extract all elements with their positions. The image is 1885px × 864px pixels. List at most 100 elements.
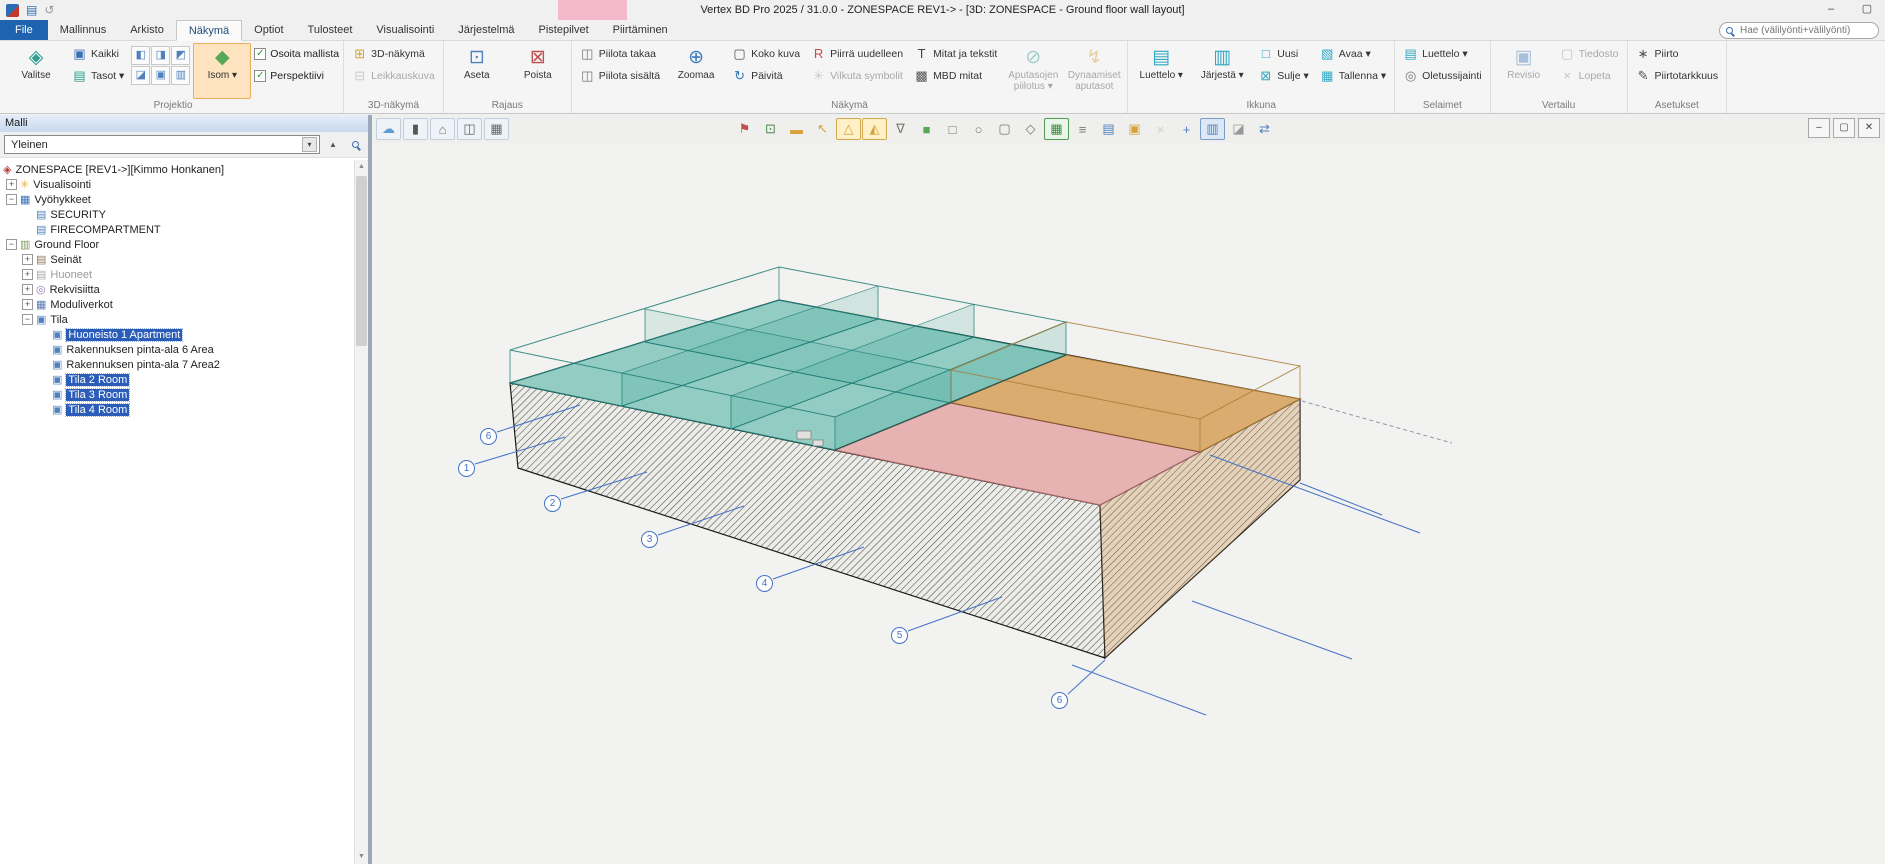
3d-nakyma-button[interactable]: ⊞3D-näkymä xyxy=(348,43,439,64)
snap-endpoint-icon[interactable]: △ xyxy=(836,118,861,140)
leikkauskuva-button[interactable]: ⊟Leikkauskuva xyxy=(348,65,439,86)
tab-piirt-minen[interactable]: Piirtäminen xyxy=(601,20,680,40)
tab-visualisointi[interactable]: Visualisointi xyxy=(364,20,446,40)
pin-icon[interactable]: ⚑ xyxy=(732,118,757,140)
aseta-button[interactable]: ⊡Aseta xyxy=(448,43,506,99)
building-icon[interactable]: ⌂ xyxy=(430,118,455,140)
sulje-button[interactable]: ⊠Sulje ▾ xyxy=(1254,65,1313,86)
tab-mallinnus[interactable]: Mallinnus xyxy=(48,20,118,40)
tab-n-kym[interactable]: Näkymä xyxy=(176,20,242,41)
cloud-icon[interactable]: ☁ xyxy=(376,118,401,140)
tree-expander-icon[interactable]: + xyxy=(22,299,33,310)
tab-optiot[interactable]: Optiot xyxy=(242,20,295,40)
piilota-sisalta-button[interactable]: ◫Piilota sisältä xyxy=(576,65,664,86)
poista-button[interactable]: ⊠Poista xyxy=(509,43,567,99)
piilota-takaa-button[interactable]: ◫Piilota takaa xyxy=(576,43,664,64)
transform-icon[interactable]: ⇄ xyxy=(1252,118,1277,140)
list-icon[interactable]: ≡ xyxy=(1070,118,1095,140)
scroll-down-icon[interactable]: ▼ xyxy=(355,850,368,864)
tree-search-button[interactable] xyxy=(346,136,364,154)
koko-kuva-button[interactable]: ▢Koko kuva xyxy=(728,43,804,64)
proj-view-3-button[interactable]: ◩ xyxy=(171,46,190,65)
print-icon[interactable]: ▣ xyxy=(1122,118,1147,140)
global-search[interactable] xyxy=(1719,22,1879,39)
tree-ground-floor[interactable]: −▥Ground Floor xyxy=(0,237,354,252)
oletussijainti-button[interactable]: ◎Oletussijainti xyxy=(1399,65,1486,86)
tree-expander-icon[interactable]: − xyxy=(6,194,17,205)
zoomaa-button[interactable]: ⊕Zoomaa xyxy=(667,43,725,99)
piirra-uudelleen-button[interactable]: RPiirrä uudelleen xyxy=(807,43,907,64)
revisio-button[interactable]: ▣Revisio xyxy=(1495,43,1553,99)
tree-tila-3-room[interactable]: ▣Tila 3 Room xyxy=(0,387,354,402)
tree-visualisointi[interactable]: +✳Visualisointi xyxy=(0,177,354,192)
snap-midpoint-icon[interactable]: ◭ xyxy=(862,118,887,140)
tree-tila[interactable]: −▣Tila xyxy=(0,312,354,327)
tree-tila-2-room[interactable]: ▣Tila 2 Room xyxy=(0,372,354,387)
mbd-mitat-button[interactable]: ▩MBD mitat xyxy=(910,65,1001,86)
tab-pistepilvet[interactable]: Pistepilvet xyxy=(527,20,601,40)
child-minimize-button[interactable]: – xyxy=(1808,118,1830,138)
proj-view-4-button[interactable]: ◪ xyxy=(131,66,150,85)
proj-view-6-button[interactable]: ▥ xyxy=(171,66,190,85)
tab-tulosteet[interactable]: Tulosteet xyxy=(296,20,365,40)
tree-filter-select[interactable]: Yleinen ▾ xyxy=(4,135,320,154)
piirto-button[interactable]: ∗Piirto xyxy=(1632,43,1723,64)
select-region-icon[interactable]: ⊡ xyxy=(758,118,783,140)
tree-root[interactable]: ◈ZONESPACE [REV1->][Kimmo Honkanen] xyxy=(0,162,354,177)
snap-free-icon[interactable]: ↖ xyxy=(810,118,835,140)
tree-seinat[interactable]: +▤Seinät xyxy=(0,252,354,267)
tab-file[interactable]: File xyxy=(0,20,48,40)
mitat-ja-tekstit-button[interactable]: TMitat ja tekstit xyxy=(910,43,1001,64)
sidebar-scrollbar[interactable]: ▲ ▼ xyxy=(354,160,368,864)
child-close-button[interactable]: ✕ xyxy=(1858,118,1880,138)
tallenna-button[interactable]: ▦Tallenna ▾ xyxy=(1316,65,1390,86)
prism-icon[interactable]: ◇ xyxy=(1018,118,1043,140)
selaimet-luettelo-button[interactable]: ▤Luettelo ▾ xyxy=(1399,43,1486,64)
piirtotarkkuus-button[interactable]: ✎Piirtotarkkuus xyxy=(1632,65,1723,86)
cylinder-icon[interactable]: ○ xyxy=(966,118,991,140)
valitse-button[interactable]: ◈Valitse xyxy=(7,43,65,99)
scene-3d[interactable]: 6123456 xyxy=(372,143,1885,864)
sheets-icon[interactable]: ▤ xyxy=(1096,118,1121,140)
tree-rakennuksen-pinta-ala-6[interactable]: ▣Rakennuksen pinta-ala 6 Area xyxy=(0,342,354,357)
tree-expander-icon[interactable]: + xyxy=(22,284,33,295)
tree-tila-4-room[interactable]: ▣Tila 4 Room xyxy=(0,402,354,417)
lock-icon[interactable]: ▮ xyxy=(403,118,428,140)
wireframe-icon[interactable]: □ xyxy=(940,118,965,140)
search-input[interactable] xyxy=(1738,24,1874,37)
tree-moduliverkot[interactable]: +▦Moduliverkot xyxy=(0,297,354,312)
tab-arkisto[interactable]: Arkisto xyxy=(118,20,176,40)
perspektiivi-checkbox[interactable]: ✓Perspektiivi xyxy=(254,65,339,86)
tree-expander-icon[interactable]: + xyxy=(22,269,33,280)
child-restore-button[interactable]: ▢ xyxy=(1833,118,1855,138)
lopeta-button[interactable]: ×Lopeta xyxy=(1556,65,1623,86)
move-icon[interactable]: ◪ xyxy=(1226,118,1251,140)
vilkuta-symbolit-button[interactable]: ✳Vilkuta symbolit xyxy=(807,65,907,86)
tree-vyohykkeet[interactable]: −▦Vyöhykkeet xyxy=(0,192,354,207)
columns-icon[interactable]: ▥ xyxy=(1200,118,1225,140)
tree-expander-icon[interactable]: − xyxy=(6,239,17,250)
proj-view-5-button[interactable]: ▣ xyxy=(151,66,170,85)
tree-huoneisto-1-apartment[interactable]: ▣Huoneisto 1 Apartment xyxy=(0,327,354,342)
tree-rakennuksen-pinta-ala-7[interactable]: ▣Rakennuksen pinta-ala 7 Area2 xyxy=(0,357,354,372)
ikkuna-luettelo-button[interactable]: ▤Luettelo ▾ xyxy=(1132,43,1190,99)
kaikki-button[interactable]: ▣Kaikki xyxy=(68,43,128,64)
minimize-button[interactable]: – xyxy=(1813,1,1849,20)
scroll-up-icon[interactable]: ▲ xyxy=(355,160,368,174)
tiedosto-button[interactable]: ▢Tiedosto xyxy=(1556,43,1623,64)
axes-icon[interactable]: + xyxy=(1174,118,1199,140)
tree-expander-icon[interactable]: + xyxy=(22,254,33,265)
measure-icon[interactable]: ▬ xyxy=(784,118,809,140)
aputasojen-piilotus-button[interactable]: ⊘Aputasojen piilotus ▾ xyxy=(1004,43,1062,99)
tree-expander-icon[interactable]: − xyxy=(22,314,33,325)
collapse-tree-button[interactable]: ▲ xyxy=(324,136,342,154)
tree-huoneet[interactable]: +▤Huoneet xyxy=(0,267,354,282)
tree-firecompartment[interactable]: ▤FIRECOMPARTMENT xyxy=(0,222,354,237)
jarjesta-button[interactable]: ▥Järjestä ▾ xyxy=(1193,43,1251,99)
box-icon[interactable]: ▢ xyxy=(992,118,1017,140)
scrollbar-thumb[interactable] xyxy=(356,176,367,346)
avaa-button[interactable]: ▧Avaa ▾ xyxy=(1316,43,1390,64)
tree-rekvisiitta[interactable]: +◎Rekvisiitta xyxy=(0,282,354,297)
tab-j-rjestelm[interactable]: Järjestelmä xyxy=(446,20,526,40)
proj-view-1-button[interactable]: ◧ xyxy=(131,46,150,65)
